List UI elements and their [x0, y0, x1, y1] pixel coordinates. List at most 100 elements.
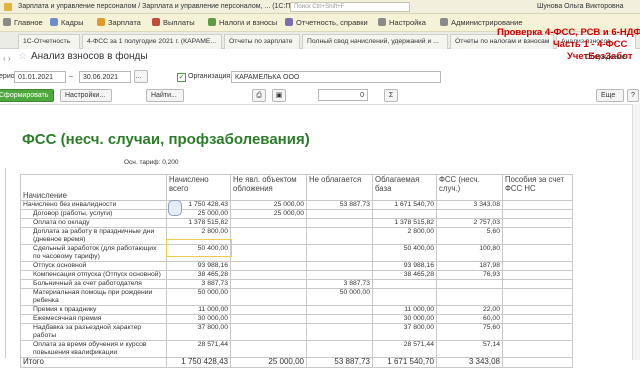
value-cell[interactable]: 1 671 540,70 — [372, 200, 437, 210]
value-cell[interactable] — [372, 288, 437, 306]
value-cell[interactable] — [502, 244, 573, 262]
tab-salary-reports[interactable]: Отчеты по зарплате — [224, 34, 300, 49]
value-cell[interactable] — [436, 279, 503, 289]
menu-item-main[interactable]: Главное — [3, 14, 43, 32]
row-label-cell[interactable]: Надбавка за разъездной характер работы — [20, 323, 167, 341]
value-cell[interactable] — [502, 227, 573, 245]
value-cell[interactable]: 100,80 — [436, 244, 503, 262]
value-cell[interactable]: 37 800,00 — [166, 323, 231, 341]
discussion-link[interactable]: Обсуждение — [585, 52, 626, 64]
value-cell[interactable]: 30 000,00 — [166, 314, 231, 324]
value-cell[interactable] — [230, 288, 307, 306]
value-cell[interactable] — [502, 279, 573, 289]
row-label-cell[interactable]: Премия к празднику — [20, 305, 167, 315]
row-label-cell[interactable]: Материальная помощь при рождении ребенка — [20, 288, 167, 306]
value-cell[interactable] — [306, 340, 373, 358]
table-row[interactable]: Доплата за работу в праздничные дни (дне… — [20, 227, 573, 245]
organization-checkbox[interactable]: ✓ — [177, 73, 186, 82]
row-label-cell[interactable]: Сдельный заработок (для работающих по ча… — [20, 244, 167, 262]
total-value-cell[interactable]: 3 343,08 — [436, 357, 503, 368]
row-label-cell[interactable]: Компенсация отпуска (Отпуск основной) — [20, 270, 167, 280]
value-cell[interactable] — [306, 323, 373, 341]
menu-item-taxes[interactable]: Налоги и взносы — [208, 14, 277, 32]
value-cell[interactable]: 76,93 — [436, 270, 503, 280]
value-cell[interactable] — [502, 200, 573, 210]
value-cell[interactable] — [306, 314, 373, 324]
value-cell[interactable]: 3 887,73 — [166, 279, 231, 289]
value-cell[interactable] — [502, 288, 573, 306]
value-cell[interactable] — [306, 244, 373, 262]
table-row[interactable]: Компенсация отпуска (Отпуск основной) 38 … — [20, 270, 573, 280]
total-label-cell[interactable]: Итого — [20, 357, 167, 368]
value-cell[interactable] — [306, 270, 373, 280]
value-cell[interactable]: 53 887,73 — [306, 200, 373, 210]
value-cell[interactable] — [502, 323, 573, 341]
value-cell[interactable]: 25 000,00 — [230, 209, 307, 219]
value-cell[interactable] — [502, 340, 573, 358]
menu-item-reports[interactable]: Отчетность, справки — [285, 14, 368, 32]
value-cell[interactable] — [230, 270, 307, 280]
value-cell[interactable]: 28 571,44 — [372, 340, 437, 358]
zoom-field[interactable]: 0 — [318, 89, 368, 101]
value-cell[interactable] — [230, 323, 307, 341]
total-value-cell[interactable]: 25 000,00 — [230, 357, 307, 368]
value-cell[interactable] — [502, 218, 573, 228]
total-row[interactable]: Итого 1 750 428,43 25 000,00 53 887,73 1 671… — [20, 357, 573, 368]
tab-1c-reporting[interactable]: 1С-Отчетность — [18, 34, 80, 49]
value-cell[interactable] — [306, 218, 373, 228]
value-cell[interactable]: 3 343,08 — [436, 200, 503, 210]
value-cell[interactable]: 3 887,73 — [306, 279, 373, 289]
value-cell[interactable] — [372, 279, 437, 289]
value-cell[interactable] — [502, 270, 573, 280]
table-row[interactable]: Оплата по окладу 1 378 515,82 1 378 515,82… — [20, 218, 573, 228]
row-label-cell[interactable]: Доплата за работу в праздничные дни (дне… — [20, 227, 167, 245]
value-cell[interactable]: 2 757,03 — [436, 218, 503, 228]
value-cell[interactable]: 11 000,00 — [372, 305, 437, 315]
value-cell[interactable]: 38 465,28 — [372, 270, 437, 280]
current-user[interactable]: Шунова Ольга Викторовна — [537, 0, 624, 14]
menu-item-staff[interactable]: Кадры — [50, 14, 83, 32]
value-cell[interactable]: 93 988,16 — [372, 261, 437, 271]
tab-4fss-report[interactable]: 4-ФСС за 1 полугодие 2021 г. (КАРАМЕ... — [82, 34, 222, 49]
row-label-cell[interactable]: Отпуск основной — [20, 261, 167, 271]
row-label-cell[interactable]: Договор (работы, услуги) — [20, 209, 167, 219]
save-icon[interactable]: ▣ — [272, 89, 286, 102]
value-cell[interactable] — [230, 218, 307, 228]
row-label-cell[interactable]: Оплата за время обучения и курсов повыше… — [20, 340, 167, 358]
value-cell[interactable]: 50 000,00 — [306, 288, 373, 306]
value-cell[interactable]: 1 378 515,82 — [166, 218, 231, 228]
table-row[interactable]: Премия к празднику 11 000,00 11 000,00 22,0… — [20, 305, 573, 315]
favorite-star-icon[interactable]: ☆ — [18, 51, 27, 62]
period-select-button[interactable]: … — [134, 70, 148, 83]
value-cell[interactable]: 25 000,00 — [230, 200, 307, 210]
value-cell[interactable] — [230, 305, 307, 315]
organization-field[interactable]: КАРАМЕЛЬКА ООО — [231, 71, 441, 83]
value-cell[interactable] — [502, 261, 573, 271]
row-label-cell[interactable]: Больничный за счет работодателя — [20, 279, 167, 289]
value-cell[interactable]: 57,14 — [436, 340, 503, 358]
date-to-input[interactable]: 30.06.2021 — [79, 71, 131, 83]
value-cell[interactable] — [230, 261, 307, 271]
value-cell[interactable] — [502, 305, 573, 315]
value-cell[interactable]: 1 378 515,82 — [372, 218, 437, 228]
total-value-cell[interactable]: 1 750 428,43 — [166, 357, 231, 368]
value-cell[interactable] — [306, 227, 373, 245]
value-cell[interactable] — [502, 209, 573, 219]
value-cell[interactable] — [436, 209, 503, 219]
menu-item-salary[interactable]: Зарплата — [97, 14, 141, 32]
value-cell[interactable] — [306, 261, 373, 271]
value-cell[interactable]: 75,60 — [436, 323, 503, 341]
value-cell[interactable]: 22,00 — [436, 305, 503, 315]
value-cell[interactable]: 5,60 — [436, 227, 503, 245]
value-cell[interactable] — [306, 305, 373, 315]
value-cell[interactable]: 37 800,00 — [372, 323, 437, 341]
value-cell[interactable] — [230, 227, 307, 245]
date-from-input[interactable]: 01.01.2021 — [14, 71, 66, 83]
sum-button[interactable]: Σ — [384, 89, 398, 102]
table-row[interactable]: Договор (работы, услуги) 25 000,00 25 000,… — [20, 209, 573, 219]
table-row[interactable]: Ежемесячная премия 30 000,00 30 000,00 60,0… — [20, 314, 573, 324]
value-cell[interactable] — [230, 279, 307, 289]
table-row[interactable]: Материальная помощь при рождении ребенка… — [20, 288, 573, 306]
menu-item-settings[interactable]: Настройка — [378, 14, 426, 32]
value-cell[interactable]: 187,98 — [436, 261, 503, 271]
